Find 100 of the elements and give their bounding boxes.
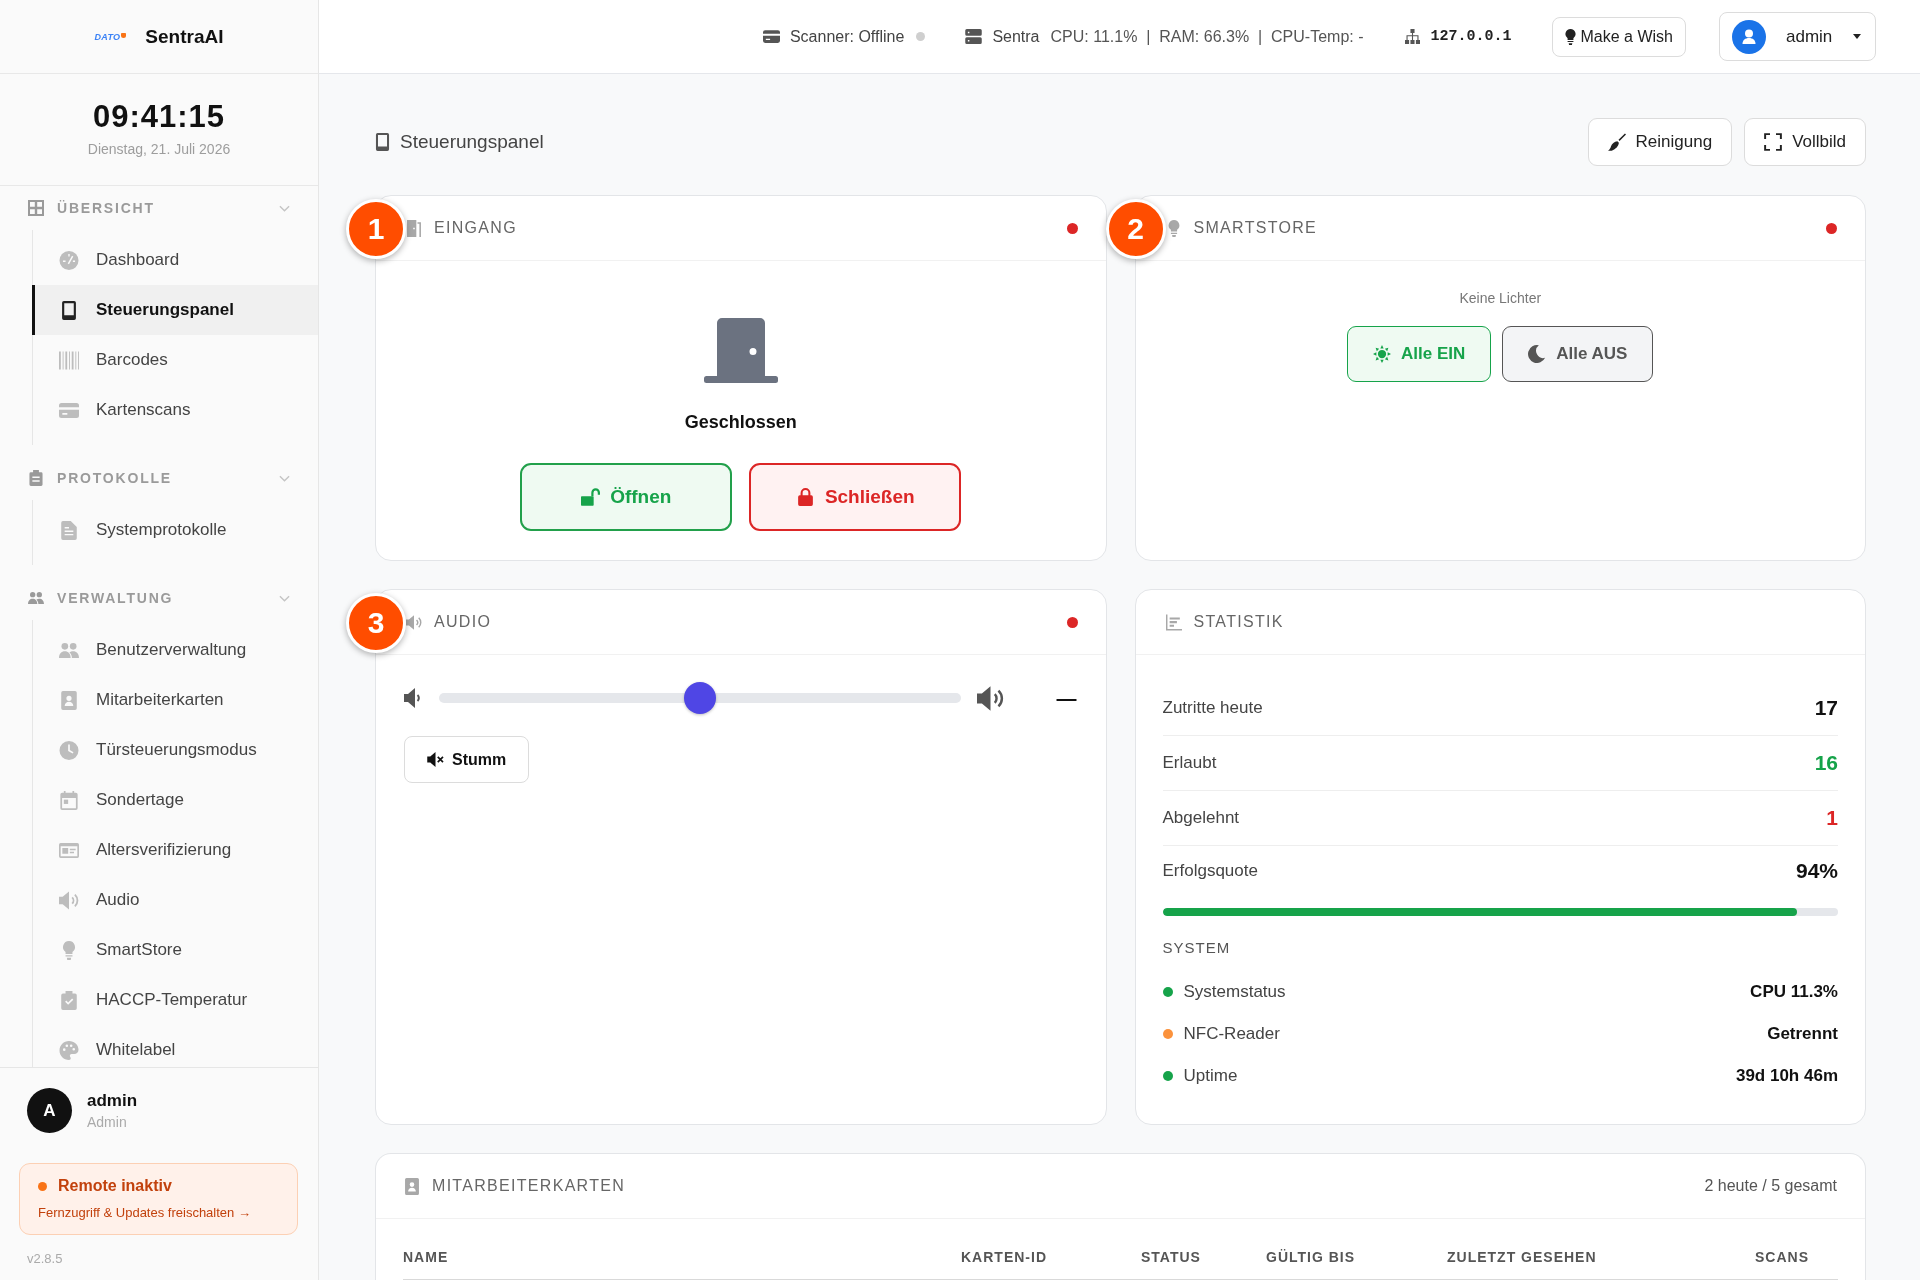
user-role: Admin bbox=[87, 1114, 128, 1130]
stat-label: Erfolgsquote bbox=[1162, 861, 1258, 881]
card-summary: 2 heute / 5 gesamt bbox=[1704, 1177, 1837, 1195]
slider-handle[interactable] bbox=[683, 682, 716, 714]
ip-address: 127.0.0.1 bbox=[1430, 28, 1512, 45]
column-header: GÜLTIG BIS bbox=[1266, 1249, 1357, 1265]
broom-icon bbox=[1607, 133, 1626, 151]
card-title: SMARTSTORE bbox=[1193, 219, 1318, 237]
user-avatar-icon bbox=[1732, 19, 1766, 54]
wish-button[interactable]: Make a Wish bbox=[1551, 16, 1686, 57]
lightbulb-icon bbox=[1564, 28, 1576, 45]
nav-item[interactable]: Sondertage bbox=[32, 775, 318, 825]
stat-value: 17 bbox=[1814, 696, 1838, 720]
nav-item[interactable]: Altersverifizierung bbox=[32, 825, 318, 875]
lock-icon bbox=[795, 488, 815, 506]
bar-chart-icon bbox=[1165, 613, 1182, 631]
nav-item[interactable]: Mitarbeiterkarten bbox=[32, 675, 318, 725]
credit-card-icon bbox=[762, 29, 780, 44]
id-badge-icon bbox=[404, 1177, 420, 1195]
user-name: admin bbox=[87, 1091, 138, 1111]
sun-icon bbox=[1373, 345, 1392, 363]
card-title: EINGANG bbox=[434, 219, 517, 237]
nav-item[interactable]: Audio bbox=[32, 875, 318, 925]
column-header: ZULETZT GESEHEN bbox=[1447, 1249, 1598, 1265]
page-title: Steuerungspanel bbox=[400, 131, 544, 153]
nav-item[interactable]: Whitelabel bbox=[32, 1025, 318, 1067]
unlock-link[interactable]: Fernzugriff & Updates freischalten → bbox=[38, 1205, 251, 1220]
system-item-label: NFC-Reader bbox=[1183, 1024, 1280, 1044]
nav-item[interactable]: SmartStore bbox=[32, 925, 318, 975]
step-number-badge: 3 bbox=[346, 593, 406, 653]
notice-title: Remote inaktiv bbox=[58, 1177, 172, 1195]
brand-logo: DATO bbox=[94, 31, 127, 42]
volume-high-icon bbox=[976, 685, 1004, 711]
clock-date: Dienstag, 21. Juli 2026 bbox=[87, 140, 231, 157]
door-state: Geschlossen bbox=[684, 412, 797, 433]
card-title: AUDIO bbox=[434, 613, 492, 631]
nav-item[interactable]: Türsteuerungsmodus bbox=[32, 725, 318, 775]
mute-icon bbox=[427, 752, 444, 767]
column-header: SCANS bbox=[1755, 1249, 1810, 1265]
system-item-value: 39d 10h 46m bbox=[1735, 1066, 1838, 1086]
network-icon bbox=[1403, 29, 1421, 44]
grid-icon bbox=[28, 200, 44, 216]
app-name: SentraAI bbox=[145, 25, 224, 48]
cleaning-button[interactable]: Reinigung bbox=[1587, 118, 1733, 166]
caret-icon bbox=[1853, 34, 1861, 39]
calendar-icon bbox=[59, 790, 79, 810]
nav-item[interactable]: Systemprotokolle bbox=[32, 505, 318, 555]
clipboard-icon bbox=[28, 470, 44, 486]
volume-low-icon bbox=[404, 688, 420, 708]
system-item-label: Systemstatus bbox=[1183, 982, 1286, 1002]
clock-icon bbox=[59, 740, 79, 760]
nav-item[interactable]: Steuerungspanel bbox=[32, 285, 318, 335]
stat-value: 94% bbox=[1795, 859, 1838, 883]
server-name: Sentra bbox=[992, 27, 1040, 46]
column-header: KARTEN-ID bbox=[961, 1249, 1048, 1265]
lights-message: Keine Lichter bbox=[1459, 290, 1542, 306]
nav-item[interactable]: Barcodes bbox=[32, 335, 318, 385]
document-icon bbox=[59, 520, 79, 540]
column-header: STATUS bbox=[1141, 1249, 1202, 1265]
unlocked-padlock-icon bbox=[581, 488, 601, 506]
nav-item[interactable]: Kartenscans bbox=[32, 385, 318, 435]
nav-item[interactable]: Benutzerverwaltung bbox=[32, 625, 318, 675]
nav-item[interactable]: Dashboard bbox=[32, 235, 318, 285]
system-item-value: Getrennt bbox=[1767, 1024, 1838, 1044]
system-item-value: CPU 11.3% bbox=[1750, 982, 1838, 1002]
fullscreen-button[interactable]: Vollbild bbox=[1744, 118, 1866, 166]
stat-label: Abgelehnt bbox=[1162, 808, 1240, 828]
gauge-icon bbox=[59, 250, 79, 270]
status-dot-icon bbox=[38, 1181, 47, 1191]
moon-icon bbox=[1528, 345, 1547, 363]
close-button[interactable]: Schließen bbox=[749, 463, 962, 531]
server-icon bbox=[965, 29, 983, 44]
card-title: STATISTIK bbox=[1193, 613, 1284, 631]
expand-icon bbox=[1764, 133, 1783, 151]
step-number-badge: 1 bbox=[346, 199, 406, 259]
user-avatar: A bbox=[27, 1088, 72, 1133]
door-icon bbox=[406, 219, 422, 237]
step-number-badge: 2 bbox=[1105, 199, 1166, 259]
section-label: SYSTEM bbox=[1162, 939, 1232, 956]
version-label: v2.8.5 bbox=[27, 1251, 64, 1266]
palette-icon bbox=[59, 1040, 79, 1060]
stat-value: 16 bbox=[1814, 751, 1838, 775]
all-off-button[interactable]: Alle AUS bbox=[1502, 326, 1654, 382]
users-icon bbox=[59, 640, 79, 660]
id-badge-icon bbox=[59, 690, 79, 710]
column-header: NAME bbox=[403, 1249, 450, 1265]
speaker-icon bbox=[59, 890, 79, 910]
speaker-icon bbox=[406, 613, 422, 631]
mute-button[interactable]: Stumm bbox=[404, 736, 530, 783]
door-icon bbox=[703, 318, 778, 383]
clipboard-check-icon bbox=[59, 990, 79, 1010]
server-stats: CPU: 11.1% | RAM: 66.3% | CPU-Temp: - bbox=[1050, 27, 1364, 46]
users-icon bbox=[28, 590, 44, 606]
user-menu[interactable]: admin bbox=[1719, 12, 1876, 61]
clock-time: 09:41:15 bbox=[92, 98, 226, 135]
scanner-status: Scanner: Offline bbox=[789, 27, 905, 46]
id-card-icon bbox=[59, 840, 79, 860]
stat-label: Erlaubt bbox=[1162, 753, 1217, 773]
nav-item[interactable]: HACCP-Temperatur bbox=[32, 975, 318, 1025]
tablet-icon bbox=[59, 300, 79, 320]
